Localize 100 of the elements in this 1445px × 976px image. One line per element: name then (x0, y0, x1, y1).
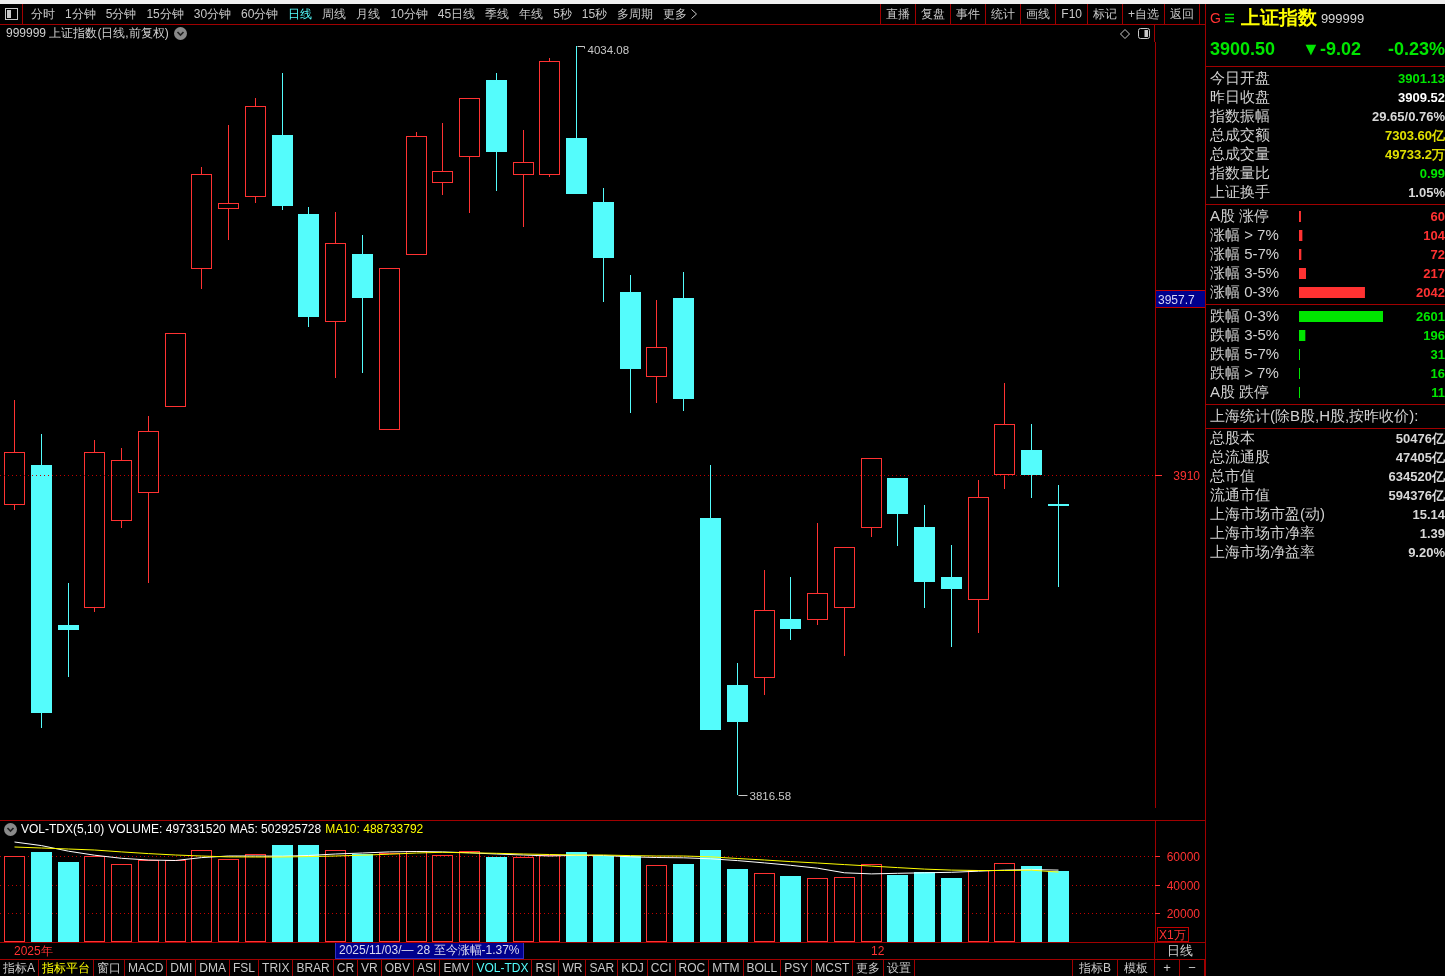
period-tab[interactable]: 60分钟 (236, 4, 284, 24)
toolbar-button[interactable]: 画线 (1020, 4, 1056, 24)
period-tab[interactable]: 1分钟 (60, 4, 101, 24)
indicator-tab[interactable]: OBV (381, 960, 415, 976)
indicator-tab[interactable]: VR (358, 960, 382, 976)
chevron-circle-icon[interactable] (4, 822, 17, 836)
stat-value: 9.20% (1408, 545, 1445, 560)
chevron-circle-icon[interactable] (173, 27, 187, 40)
stat-value: 0.99 (1419, 166, 1445, 181)
indicator-tab[interactable]: DMA (196, 960, 231, 976)
indicator-tab[interactable]: WR (559, 960, 587, 976)
period-tab[interactable]: 分时 (26, 4, 60, 24)
indicator-tab[interactable]: SAR (586, 960, 619, 976)
stat-value: 15.14 (1412, 507, 1445, 522)
stat-label: 总成交量 (1210, 145, 1270, 164)
indicator-tab[interactable]: 模板 (1117, 960, 1155, 976)
indicator-tab[interactable]: FSL (230, 960, 260, 976)
index-code: 999999 (1320, 10, 1365, 26)
toolbar-button[interactable]: 返回 (1164, 4, 1200, 24)
indicator-tab[interactable]: 更多 (853, 960, 885, 976)
breadth-count: 104 (1422, 228, 1445, 243)
stat-value: 29.65/0.76% (1372, 109, 1445, 124)
indicator-tab[interactable]: DMI (167, 960, 197, 976)
period-tab[interactable]: 45日线 (432, 4, 481, 24)
period-tab[interactable]: 年线 (514, 4, 549, 24)
stat-value: 3909.52 (1398, 90, 1445, 105)
indicator-tab[interactable]: TRIX (259, 960, 294, 976)
period-tab[interactable]: 季线 (480, 4, 515, 24)
toolbar-button[interactable]: 统计 (985, 4, 1021, 24)
indicator-tab[interactable]: 指标A (0, 960, 39, 976)
period-tab[interactable]: 5秒 (548, 4, 577, 24)
indicator-tab[interactable]: 指标平台 (39, 960, 94, 976)
indicator-tab[interactable]: CCI (647, 960, 676, 976)
stat-label: 上证换手 (1210, 183, 1270, 202)
indicator-tab[interactable]: EMV (440, 960, 474, 976)
indicator-tab[interactable]: MACD (125, 960, 168, 976)
stat-label: 总市值 (1210, 467, 1255, 486)
zoom-button[interactable]: + (1155, 960, 1181, 976)
volume-bar (941, 878, 962, 942)
toolbar-button[interactable]: 事件 (950, 4, 986, 24)
more-button[interactable]: 更多 (658, 4, 703, 24)
candle (780, 576, 801, 641)
stat-label: 上海市场市净率 (1210, 524, 1315, 543)
indicator-tab[interactable]: ASI (414, 960, 441, 976)
volume-axis-label: 20000 (1166, 907, 1200, 921)
volume-bar (914, 872, 935, 942)
indicator-tab[interactable]: 窗口 (94, 960, 125, 976)
volume-bar (887, 875, 908, 942)
cursor-price-label: 3957.7 (1155, 290, 1205, 308)
stat-value: 47405亿 (1395, 448, 1445, 467)
axis-unit-label: X1万 (1157, 927, 1189, 942)
toolbar-button[interactable]: F10 (1055, 4, 1087, 24)
volume-bar (780, 876, 801, 942)
zoom-button[interactable]: − (1180, 960, 1205, 976)
indicator-tab[interactable]: 设置 (884, 960, 916, 976)
indicator-tab[interactable]: 指标B (1072, 960, 1118, 976)
toolbar-button[interactable]: +自选 (1122, 4, 1164, 24)
stat-value: 1.39 (1419, 526, 1445, 541)
indicator-tab[interactable]: KDJ (618, 960, 648, 976)
indicator-tab[interactable]: RSI (532, 960, 560, 976)
indicator-tab[interactable]: CR (333, 960, 359, 976)
period-tab[interactable]: 日线 (283, 4, 318, 24)
indicator-tab[interactable]: BRAR (293, 960, 334, 976)
breadth-label: 跌幅 3-5% (1210, 326, 1281, 345)
stat-label: 总成交额 (1210, 126, 1270, 145)
indicator-tab[interactable]: VOL-TDX (473, 960, 533, 976)
indicator-tab[interactable]: BOLL (743, 960, 782, 976)
period-tab[interactable]: 10分钟 (385, 4, 433, 24)
period-tab[interactable]: 多周期 (612, 4, 659, 24)
period-tab[interactable]: 周线 (317, 4, 352, 24)
breadth-count: 16 (1429, 366, 1445, 381)
indicator-tab[interactable]: MCST (812, 960, 854, 976)
stat-label: 指数振幅 (1210, 107, 1270, 126)
market-letter: G (1210, 10, 1221, 26)
chevron-right-icon (691, 9, 698, 19)
period-tab[interactable]: 30分钟 (188, 4, 237, 24)
breadth-count: 72 (1429, 247, 1445, 262)
stat-value: 50476亿 (1395, 429, 1445, 448)
indicator-tab[interactable]: ROC (675, 960, 710, 976)
diamond-icon[interactable] (1120, 28, 1131, 39)
indicator-tab[interactable]: MTM (709, 960, 744, 976)
stat-label: 昨日收盘 (1210, 88, 1270, 107)
stat-value: 1.05% (1408, 185, 1445, 200)
indicator-title: VOL-TDX(5,10) (21, 822, 105, 836)
panel-icon[interactable] (4, 8, 18, 20)
chart-title: 999999 上证指数(日线,前复权) (6, 25, 169, 42)
toolbar-button[interactable]: 直播 (880, 4, 916, 24)
toolbar-button[interactable]: 复盘 (915, 4, 951, 24)
period-tab[interactable]: 15分钟 (141, 4, 189, 24)
stat-label: 上海市场市盈(动) (1210, 505, 1325, 524)
volume-axis-label: 60000 (1166, 850, 1200, 864)
breadth-count: 196 (1422, 328, 1445, 343)
toolbar-button[interactable]: 标记 (1087, 4, 1122, 24)
period-tab[interactable]: 15秒 (576, 4, 613, 24)
menu-icon[interactable] (1224, 13, 1234, 23)
period-tab[interactable]: 5分钟 (100, 4, 142, 24)
period-tab[interactable]: 月线 (351, 4, 386, 24)
indicator-tab[interactable]: PSY (781, 960, 813, 976)
volume-bar (968, 870, 989, 942)
panel-icon[interactable] (1138, 28, 1151, 39)
